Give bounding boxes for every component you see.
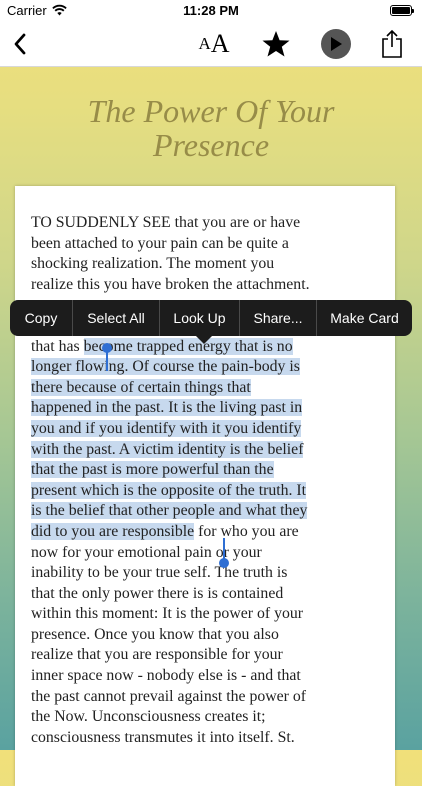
font-size-button[interactable]: AA: [192, 22, 236, 66]
text-line: the Now. Unconsciousness creates it;: [31, 707, 361, 728]
text-segment: the Now. Unconsciousness creates it;: [31, 708, 266, 726]
text-segment: inability to be your true self. The trut…: [31, 564, 288, 582]
text-segment: within this moment: It is the power of y…: [31, 605, 304, 623]
back-button[interactable]: [4, 22, 36, 66]
favorite-button[interactable]: [256, 22, 296, 66]
text-line: happened in the past. It is the living p…: [31, 398, 361, 419]
selected-text: present which is the opposite of the tru…: [31, 481, 307, 499]
text-segment: consciousness transmutes it into itself.…: [31, 728, 295, 746]
text-line: been attached to your pain can be quite …: [31, 234, 361, 255]
selected-text: with the past. A victim identity is the …: [31, 440, 304, 458]
text-line: with the past. A victim identity is the …: [31, 440, 361, 461]
selected-text: longer flowing. Of course the pain-body …: [31, 358, 300, 376]
text-line: TO SUDDENLY SEE that you are or have: [31, 213, 361, 234]
text-line: realize this you have broken the attachm…: [31, 275, 361, 296]
text-line: longer flowing. Of course the pain-body …: [31, 357, 361, 378]
play-icon: [321, 29, 351, 59]
text-segment: that the only power there is is containe…: [31, 584, 284, 602]
select-all-menu-item[interactable]: Select All: [73, 300, 160, 336]
look-up-menu-item[interactable]: Look Up: [160, 300, 240, 336]
share-button[interactable]: [376, 22, 408, 66]
text-line: is the belief that other people and what…: [31, 501, 361, 522]
text-line: within this moment: It is the power of y…: [31, 604, 361, 625]
clock: 11:28 PM: [183, 3, 239, 18]
share-icon: [382, 29, 402, 58]
text-segment: shocking realization. The moment you: [31, 255, 275, 273]
text-line: did to you are responsible for who you a…: [31, 522, 361, 543]
selection-end-knob[interactable]: [219, 558, 229, 568]
text-line: present which is the opposite of the tru…: [31, 481, 361, 502]
text-segment: realize this you have broken the attachm…: [31, 275, 310, 293]
share-menu-item[interactable]: Share...: [240, 300, 317, 336]
text-line: shocking realization. The moment you: [31, 254, 361, 275]
selected-text: is the belief that other people and what…: [31, 502, 308, 520]
selected-text: that the past is more powerful than the: [31, 461, 274, 479]
text-context-menu: Copy Select All Look Up Share... Make Ca…: [10, 300, 412, 336]
context-menu-arrow: [196, 336, 212, 344]
text-segment: realize that you are responsible for you…: [31, 646, 283, 664]
status-bar: Carrier 11:28 PM: [0, 0, 422, 22]
text-line: there because of certain things that: [31, 378, 361, 399]
star-icon: [262, 31, 290, 57]
selected-text: happened in the past. It is the living p…: [31, 399, 303, 417]
play-audio-button[interactable]: [318, 22, 354, 66]
selected-text: did to you are responsible: [31, 522, 195, 540]
title-line-2: Presence: [152, 127, 270, 163]
title-line-1: The Power Of Your: [87, 93, 335, 129]
text-segment: for who you are: [194, 522, 299, 540]
text-line: you and if you identify with it you iden…: [31, 419, 361, 440]
text-segment: the past cannot prevail against the powe…: [31, 687, 307, 705]
reader-toolbar: AA: [0, 22, 422, 67]
text-segment: inner space now - nobody else is - and t…: [31, 667, 301, 685]
text-segment: that has: [31, 337, 84, 355]
font-size-small-glyph: A: [198, 34, 211, 53]
text-line: consciousness transmutes it into itself.…: [31, 728, 361, 749]
text-line: realize that you are responsible for you…: [31, 645, 361, 666]
selected-text: become trapped energy that is no: [83, 337, 293, 355]
text-line: now for your emotional pain or your: [31, 543, 361, 564]
text-line: inability to be your true self. The trut…: [31, 563, 361, 584]
body-text[interactable]: TO SUDDENLY SEE that you are or have been…: [31, 213, 361, 748]
text-segment: presence. Once you know that you also: [31, 625, 279, 643]
selected-text: there because of certain things that: [31, 378, 251, 396]
battery-icon: [390, 5, 414, 16]
chevron-left-icon: [14, 33, 26, 55]
text-segment: been attached to your pain can be quite …: [31, 234, 289, 252]
text-line: the past cannot prevail against the powe…: [31, 687, 361, 708]
make-card-menu-item[interactable]: Make Card: [317, 300, 412, 336]
text-line: that the past is more powerful than the: [31, 460, 361, 481]
text-line: that the only power there is is containe…: [31, 584, 361, 605]
page-title: The Power Of Your Presence: [0, 94, 422, 162]
copy-menu-item[interactable]: Copy: [10, 300, 73, 336]
text-line: inner space now - nobody else is - and t…: [31, 666, 361, 687]
selected-text: you and if you identify with it you iden…: [31, 419, 302, 437]
text-segment: TO SUDDENLY SEE that you are or have: [31, 214, 301, 231]
selection-start-handle[interactable]: [106, 349, 108, 371]
font-size-large-glyph: A: [210, 29, 230, 58]
text-segment: now for your emotional pain or your: [31, 543, 262, 561]
text-line: presence. Once you know that you also: [31, 625, 361, 646]
